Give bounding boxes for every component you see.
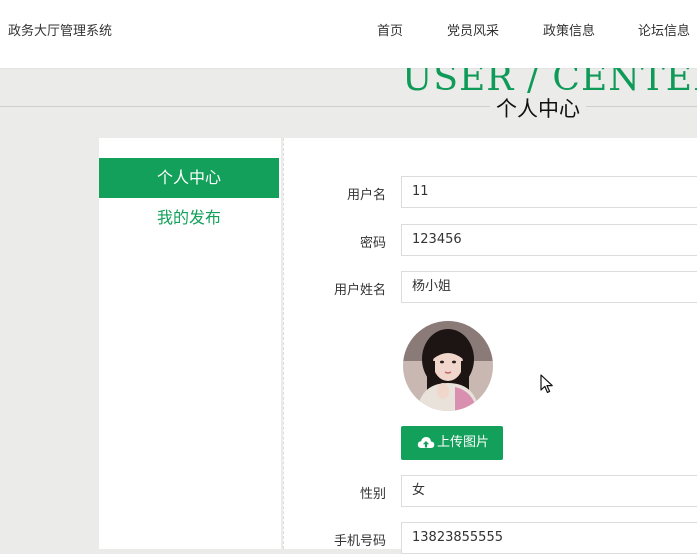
cloud-upload-icon xyxy=(417,437,435,448)
upload-button-label: 上传图片 xyxy=(437,435,490,450)
username-label: 用户名 xyxy=(346,188,386,203)
realname-label: 用户姓名 xyxy=(333,283,386,298)
nav-item-party-members[interactable]: 党员风采 xyxy=(447,20,499,39)
nav-item-policy-info[interactable]: 政策信息 xyxy=(543,20,595,39)
sidebar-item-personal-center[interactable]: 个人中心 xyxy=(99,158,279,198)
banner-title-cn: 个人中心 xyxy=(490,93,586,123)
upload-image-button[interactable]: 上传图片 xyxy=(401,426,503,460)
nav-item-forum-info[interactable]: 论坛信息 xyxy=(638,20,690,39)
main-nav: 首页 党员风采 政策信息 论坛信息 xyxy=(0,20,697,40)
avatar-portrait-illustration xyxy=(403,321,493,411)
nav-item-home[interactable]: 首页 xyxy=(377,20,403,39)
sidebar: 个人中心 我的发布 xyxy=(99,138,281,549)
avatar-image xyxy=(403,321,493,411)
phone-label: 手机号码 xyxy=(333,534,386,549)
password-label: 密码 xyxy=(359,236,386,251)
mouse-cursor-icon xyxy=(540,374,553,393)
realname-input[interactable]: 杨小姐 xyxy=(401,271,697,303)
gender-input[interactable]: 女 xyxy=(401,475,697,507)
top-navbar: 政务大厅管理系统 首页 党员风采 政策信息 论坛信息 xyxy=(0,0,697,69)
phone-input[interactable]: 13823855555 xyxy=(401,522,697,554)
profile-form: 用户名 11 密码 123456 用户姓名 杨小姐 上传图片 性别 女 手机号码… xyxy=(283,138,697,554)
sidebar-item-my-posts[interactable]: 我的发布 xyxy=(99,198,279,238)
banner-divider xyxy=(0,106,697,107)
password-input[interactable]: 123456 xyxy=(401,224,697,256)
username-input[interactable]: 11 xyxy=(401,176,697,208)
gender-label: 性别 xyxy=(359,487,386,502)
page-banner: USER / CENTER 个人中心 xyxy=(0,68,697,128)
